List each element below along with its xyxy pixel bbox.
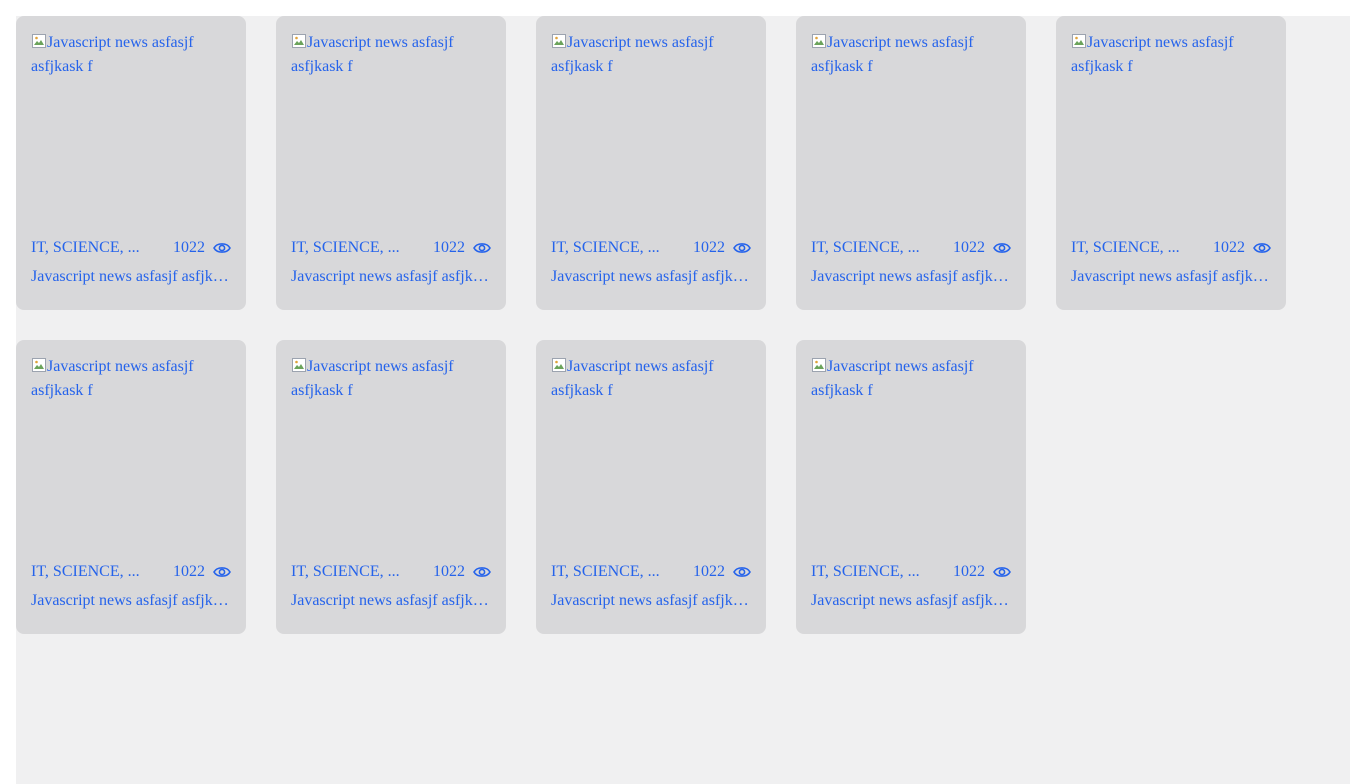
broken-image-icon: [811, 33, 827, 49]
news-categories[interactable]: IT, SCIENCE, ...: [291, 563, 407, 581]
thumbnail-alt-text: Javascript news asfasjf asfjkask f: [291, 358, 454, 399]
news-categories[interactable]: IT, SCIENCE, ...: [31, 563, 147, 581]
thumbnail-alt-text: Javascript news asfasjf asfjkask f: [551, 34, 714, 75]
view-count-value: 1022: [433, 563, 465, 580]
broken-image-icon: [1071, 33, 1087, 49]
view-count-value: 1022: [953, 239, 985, 256]
news-thumbnail[interactable]: Javascript news asfasjf asfjkask f: [291, 31, 491, 231]
news-title[interactable]: Javascript news asfasjf asfjkask f: [811, 589, 1011, 613]
news-categories[interactable]: IT, SCIENCE, ...: [31, 239, 147, 257]
broken-image-icon: [291, 33, 307, 49]
news-title[interactable]: Javascript news asfasjf asfjkask f: [551, 589, 751, 613]
eye-icon: [733, 567, 751, 577]
news-card[interactable]: Javascript news asfasjf asfjkask f IT, S…: [16, 16, 246, 310]
view-count-value: 1022: [1213, 239, 1245, 256]
view-count: 1022: [953, 239, 1011, 257]
news-title[interactable]: Javascript news asfasjf asfjkask f: [31, 589, 231, 613]
news-card[interactable]: Javascript news asfasjf asfjkask f IT, S…: [16, 340, 246, 634]
news-title[interactable]: Javascript news asfasjf asfjkask f: [291, 265, 491, 289]
news-card[interactable]: Javascript news asfasjf asfjkask f IT, S…: [796, 340, 1026, 634]
thumbnail-alt-text: Javascript news asfasjf asfjkask f: [31, 34, 194, 75]
view-count-value: 1022: [173, 239, 205, 256]
news-title[interactable]: Javascript news asfasjf asfjkask f: [811, 265, 1011, 289]
news-card[interactable]: Javascript news asfasjf asfjkask f IT, S…: [796, 16, 1026, 310]
news-meta: IT, SCIENCE, ... 1022: [551, 557, 751, 587]
news-title[interactable]: Javascript news asfasjf asfjkask f: [551, 265, 751, 289]
broken-image-icon: [551, 33, 567, 49]
news-thumbnail[interactable]: Javascript news asfasjf asfjkask f: [551, 31, 751, 231]
eye-icon: [733, 243, 751, 253]
eye-icon: [213, 243, 231, 253]
view-count: 1022: [433, 563, 491, 581]
news-thumbnail[interactable]: Javascript news asfasjf asfjkask f: [31, 355, 231, 555]
news-title[interactable]: Javascript news asfasjf asfjkask f: [31, 265, 231, 289]
eye-icon: [473, 243, 491, 253]
broken-image-icon: [291, 357, 307, 373]
view-count: 1022: [173, 239, 231, 257]
news-meta: IT, SCIENCE, ... 1022: [291, 233, 491, 263]
news-thumbnail[interactable]: Javascript news asfasjf asfjkask f: [811, 31, 1011, 231]
news-categories[interactable]: IT, SCIENCE, ...: [551, 239, 667, 257]
view-count: 1022: [953, 563, 1011, 581]
news-categories[interactable]: IT, SCIENCE, ...: [551, 563, 667, 581]
news-title[interactable]: Javascript news asfasjf asfjkask f: [1071, 265, 1271, 289]
news-card[interactable]: Javascript news asfasjf asfjkask f IT, S…: [536, 16, 766, 310]
eye-icon: [213, 567, 231, 577]
news-meta: IT, SCIENCE, ... 1022: [291, 557, 491, 587]
news-meta: IT, SCIENCE, ... 1022: [811, 557, 1011, 587]
news-card[interactable]: Javascript news asfasjf asfjkask f IT, S…: [276, 16, 506, 310]
view-count-value: 1022: [173, 563, 205, 580]
news-meta: IT, SCIENCE, ... 1022: [551, 233, 751, 263]
news-thumbnail[interactable]: Javascript news asfasjf asfjkask f: [1071, 31, 1271, 231]
view-count-value: 1022: [693, 239, 725, 256]
news-card[interactable]: Javascript news asfasjf asfjkask f IT, S…: [536, 340, 766, 634]
eye-icon: [1253, 243, 1271, 253]
view-count: 1022: [433, 239, 491, 257]
view-count: 1022: [173, 563, 231, 581]
news-thumbnail[interactable]: Javascript news asfasjf asfjkask f: [551, 355, 751, 555]
broken-image-icon: [551, 357, 567, 373]
thumbnail-alt-text: Javascript news asfasjf asfjkask f: [811, 34, 974, 75]
news-thumbnail[interactable]: Javascript news asfasjf asfjkask f: [31, 31, 231, 231]
news-card[interactable]: Javascript news asfasjf asfjkask f IT, S…: [276, 340, 506, 634]
news-categories[interactable]: IT, SCIENCE, ...: [811, 563, 927, 581]
news-meta: IT, SCIENCE, ... 1022: [1071, 233, 1271, 263]
thumbnail-alt-text: Javascript news asfasjf asfjkask f: [31, 358, 194, 399]
news-title[interactable]: Javascript news asfasjf asfjkask f: [291, 589, 491, 613]
eye-icon: [993, 567, 1011, 577]
news-meta: IT, SCIENCE, ... 1022: [31, 233, 231, 263]
view-count-value: 1022: [693, 563, 725, 580]
news-categories[interactable]: IT, SCIENCE, ...: [291, 239, 407, 257]
news-categories[interactable]: IT, SCIENCE, ...: [811, 239, 927, 257]
news-categories[interactable]: IT, SCIENCE, ...: [1071, 239, 1187, 257]
news-meta: IT, SCIENCE, ... 1022: [31, 557, 231, 587]
broken-image-icon: [31, 33, 47, 49]
thumbnail-alt-text: Javascript news asfasjf asfjkask f: [811, 358, 974, 399]
view-count-value: 1022: [953, 563, 985, 580]
eye-icon: [473, 567, 491, 577]
thumbnail-alt-text: Javascript news asfasjf asfjkask f: [551, 358, 714, 399]
thumbnail-alt-text: Javascript news asfasjf asfjkask f: [291, 34, 454, 75]
broken-image-icon: [811, 357, 827, 373]
news-card[interactable]: Javascript news asfasjf asfjkask f IT, S…: [1056, 16, 1286, 310]
broken-image-icon: [31, 357, 47, 373]
eye-icon: [993, 243, 1011, 253]
news-thumbnail[interactable]: Javascript news asfasjf asfjkask f: [811, 355, 1011, 555]
news-meta: IT, SCIENCE, ... 1022: [811, 233, 1011, 263]
view-count-value: 1022: [433, 239, 465, 256]
view-count: 1022: [693, 239, 751, 257]
view-count: 1022: [693, 563, 751, 581]
view-count: 1022: [1213, 239, 1271, 257]
news-thumbnail[interactable]: Javascript news asfasjf asfjkask f: [291, 355, 491, 555]
thumbnail-alt-text: Javascript news asfasjf asfjkask f: [1071, 34, 1234, 75]
